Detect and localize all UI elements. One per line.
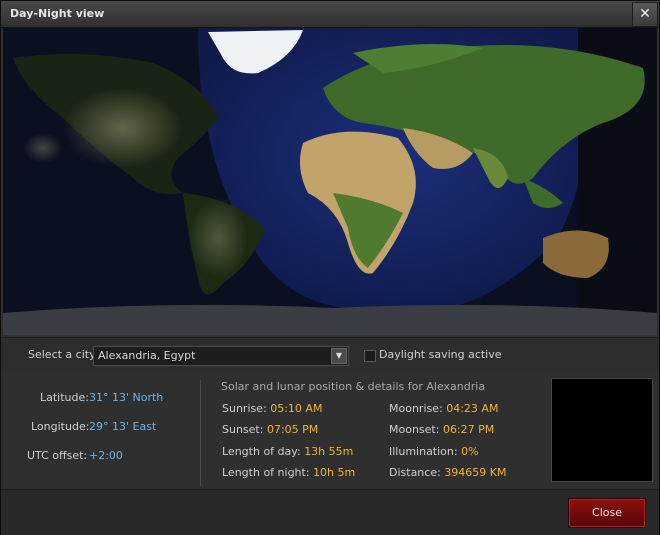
day-night-map-graphic xyxy=(3,28,657,335)
night-length-row: Length of night: 10h 5m xyxy=(222,466,355,479)
latitude-label: Latitude: xyxy=(40,391,89,404)
city-select[interactable]: Alexandria, Egypt ▼ xyxy=(93,346,349,366)
night-length-label: Length of night: xyxy=(222,466,310,479)
sunrise-label: Sunrise: xyxy=(222,402,267,415)
moon-phase-display xyxy=(551,378,653,482)
sunrise-value: 05:10 AM xyxy=(270,402,323,415)
moonrise-row: Moonrise: 04:23 AM xyxy=(389,402,498,415)
moonset-value: 06:27 PM xyxy=(442,423,495,436)
utc-offset-value: +2:00 xyxy=(89,449,123,462)
moonrise-label: Moonrise: xyxy=(389,402,443,415)
distance-row: Distance: 394659 KM xyxy=(389,466,507,479)
moonset-row: Moonset: 06:27 PM xyxy=(389,423,494,436)
sunrise-row: Sunrise: 05:10 AM xyxy=(222,402,322,415)
utc-offset-label: UTC offset: xyxy=(27,449,88,462)
day-length-row: Length of day: 13h 55m xyxy=(222,445,353,458)
title-bar: Day-Night view ✕ xyxy=(1,1,659,28)
sunset-label: Sunset: xyxy=(222,423,264,436)
sunset-value: 07:05 PM xyxy=(266,423,319,436)
day-night-window: Day-Night view ✕ Select a city: Alexandr… xyxy=(0,0,660,535)
distance-value: 394659 KM xyxy=(444,466,507,479)
sunset-row: Sunset: 07:05 PM xyxy=(222,423,318,436)
day-length-label: Length of day: xyxy=(222,445,301,458)
day-length-value: 13h 55m xyxy=(304,445,354,458)
moonset-label: Moonset: xyxy=(389,423,440,436)
daylight-saving-label[interactable]: Daylight saving active xyxy=(379,348,502,361)
details-panel: Latitude: 31° 13' North Longitude: 29° 1… xyxy=(1,372,659,488)
illumination-value: 0% xyxy=(461,445,479,458)
distance-label: Distance: xyxy=(389,466,441,479)
footer: Close xyxy=(1,489,659,535)
night-length-value: 10h 5m xyxy=(313,466,356,479)
world-map xyxy=(3,28,657,335)
moonrise-value: 04:23 AM xyxy=(446,402,499,415)
details-divider xyxy=(200,380,201,486)
close-button[interactable]: Close xyxy=(569,499,645,527)
close-icon[interactable]: ✕ xyxy=(632,2,658,27)
city-controls: Select a city: Alexandria, Egypt ▼ Dayli… xyxy=(1,337,659,373)
daylight-saving-checkbox[interactable] xyxy=(364,350,376,362)
chevron-down-icon[interactable]: ▼ xyxy=(331,348,347,364)
city-label: Select a city: xyxy=(28,348,99,361)
details-heading: Solar and lunar position & details for A… xyxy=(221,380,486,393)
illumination-row: Illumination: 0% xyxy=(389,445,479,458)
latitude-value: 31° 13' North xyxy=(89,391,164,404)
longitude-value: 29° 13' East xyxy=(89,420,157,433)
longitude-label: Longitude: xyxy=(31,420,90,433)
city-select-value: Alexandria, Egypt xyxy=(98,349,196,362)
window-title: Day-Night view xyxy=(10,7,105,20)
illumination-label: Illumination: xyxy=(389,445,458,458)
